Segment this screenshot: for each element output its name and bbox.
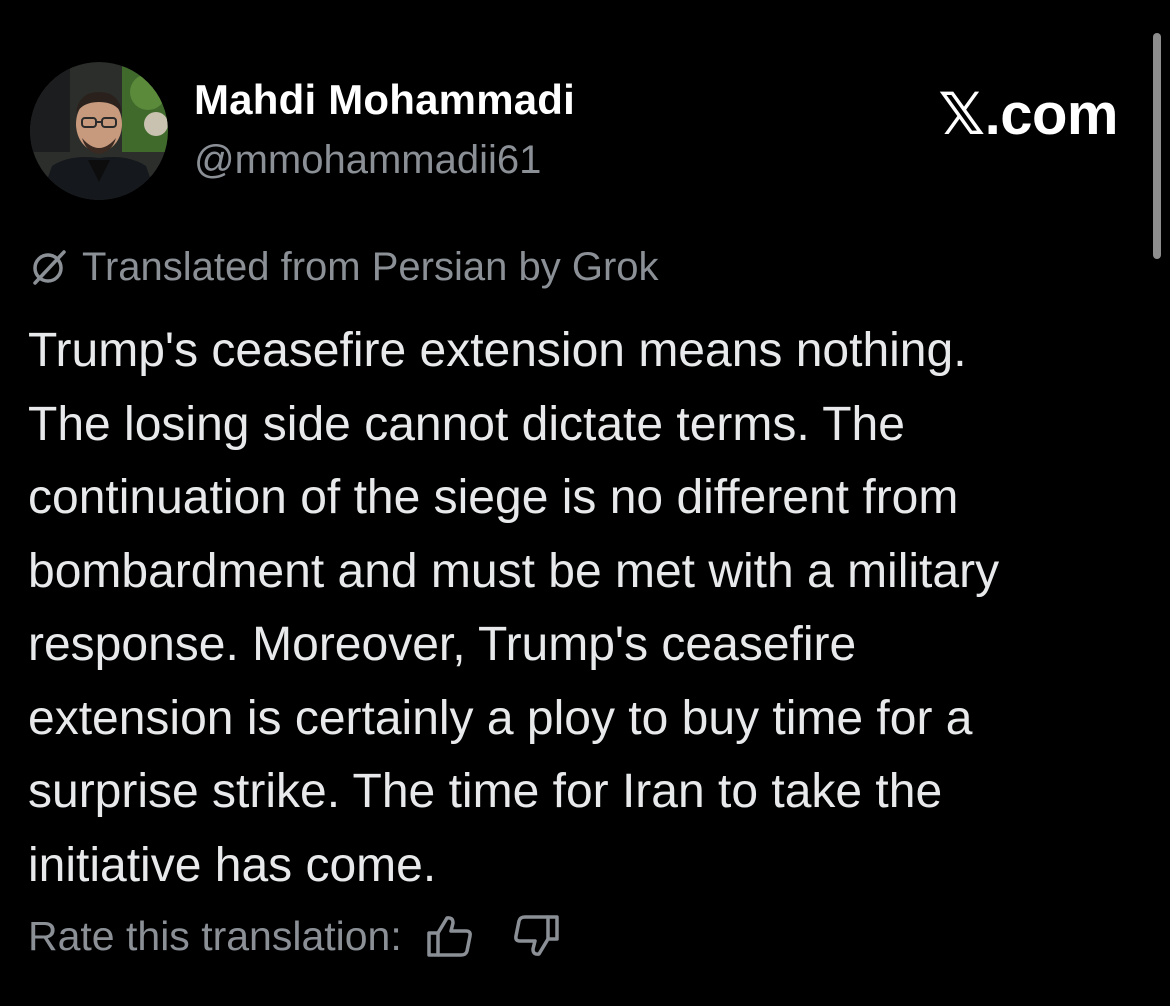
author-handle[interactable]: @mmohammadii61 — [194, 138, 541, 183]
post-text-line: response. Moreover, Trump's ceasefire — [28, 618, 857, 671]
scrollbar[interactable] — [1153, 33, 1161, 259]
post-text-line: The losing side cannot dictate terms. Th… — [28, 397, 905, 451]
rate-translation-row: Rate this translation: — [28, 906, 594, 966]
thumbs-up-button[interactable] — [422, 908, 478, 964]
avatar-photo-icon — [30, 62, 168, 200]
post-text-line: Trump's ceasefire extension means nothin… — [28, 324, 967, 377]
post-text-line: continuation of the siege is no differen… — [28, 471, 959, 524]
post-text-line: bombardment and must be met with a milit… — [28, 544, 1000, 598]
translation-notice: Translated from Persian by Grok — [28, 240, 659, 294]
avatar[interactable] — [30, 62, 168, 200]
thumbs-up-icon — [427, 916, 472, 957]
post-text-line: surprise strike. The time for Iran to ta… — [28, 765, 943, 818]
post-text-line: initiative has come. — [28, 838, 437, 892]
thumbs-down-icon — [513, 915, 559, 956]
author-display-name[interactable]: Mahdi Mohammadi — [194, 76, 575, 124]
translation-label: Translated from Persian by Grok — [82, 244, 659, 289]
grok-icon — [28, 246, 70, 288]
post-text-line: extension is certainly a ploy to buy tim… — [28, 691, 973, 745]
x-com-logo: 𝕏.com — [938, 82, 1118, 147]
post-card: Mahdi Mohammadi @mmohammadii61 𝕏.com Tra… — [0, 0, 1170, 1006]
thumbs-down-button[interactable] — [508, 908, 564, 964]
post-text: Trump's ceasefire extension means nothin… — [28, 314, 1148, 902]
rate-translation-label: Rate this translation: — [28, 912, 402, 959]
